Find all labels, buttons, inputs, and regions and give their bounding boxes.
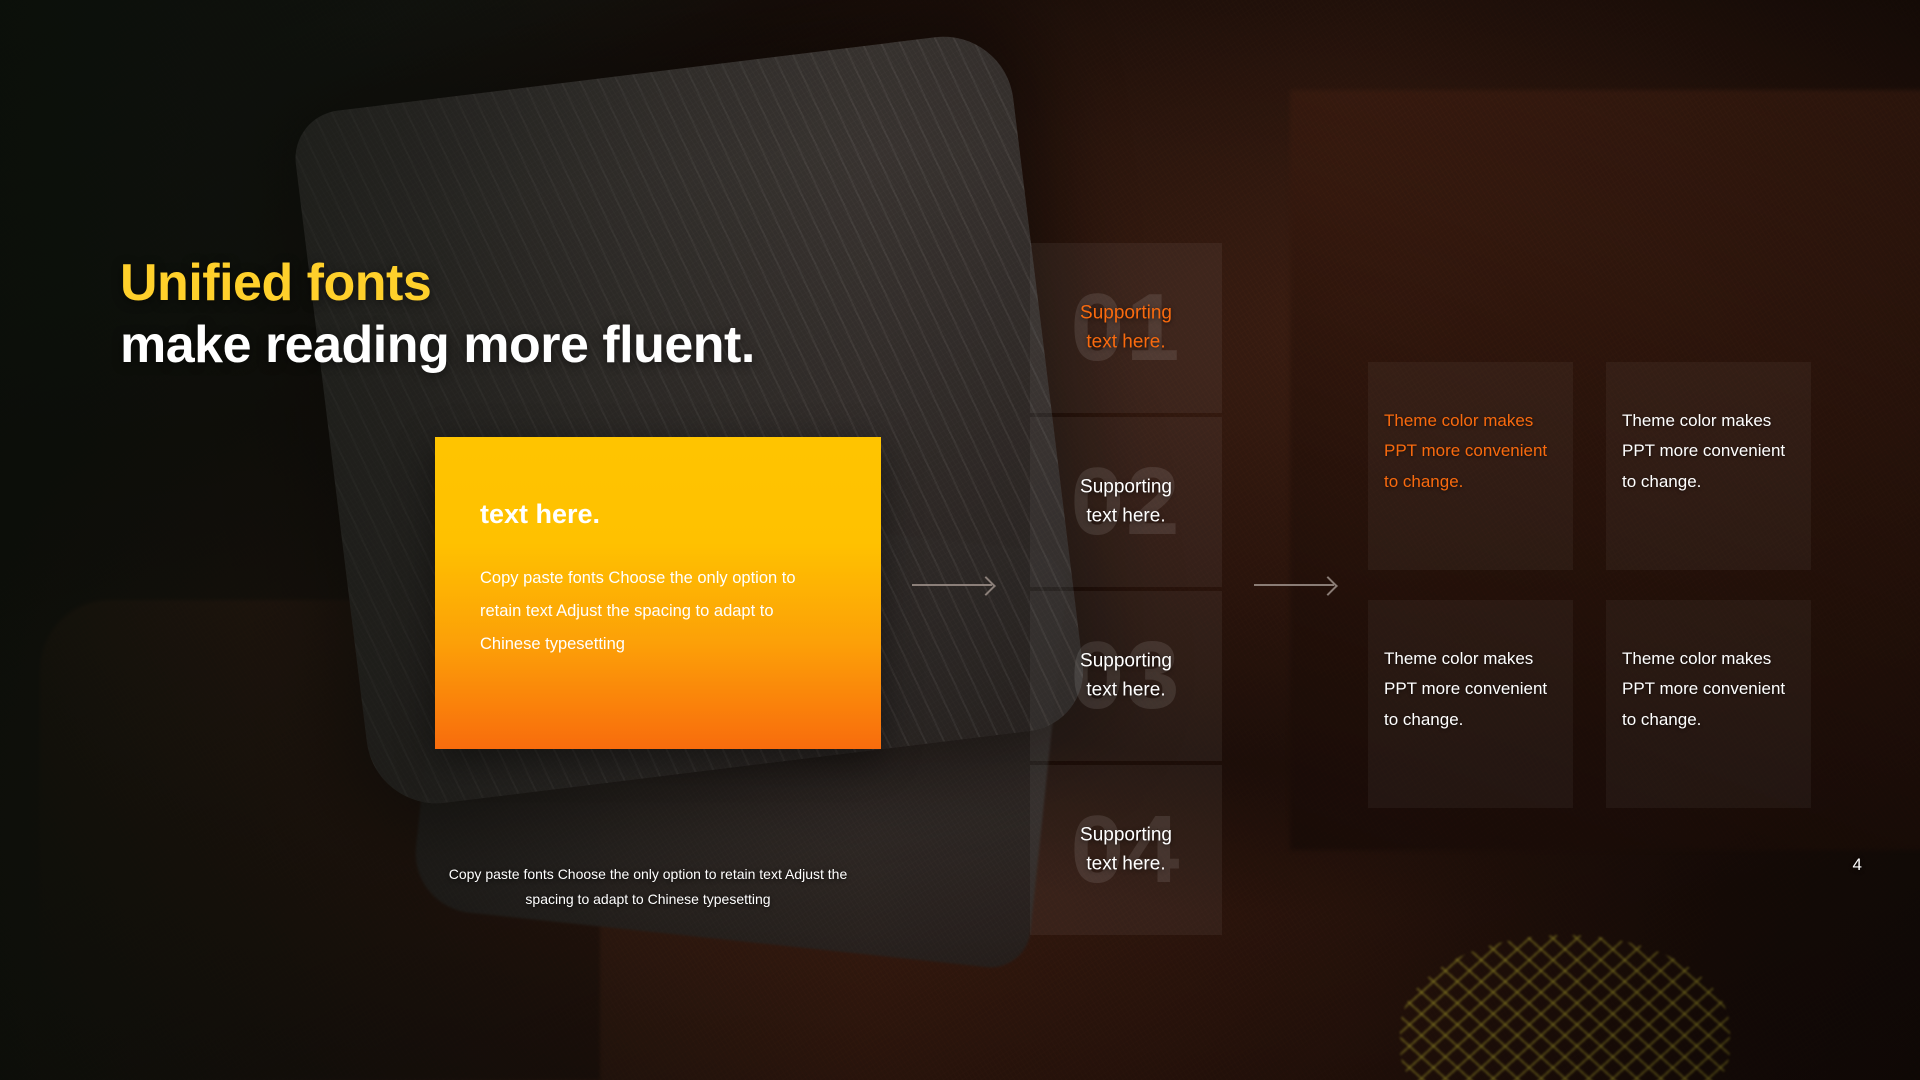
feature-card-title: text here. (480, 499, 601, 529)
caption-text: Copy paste fonts Choose the only option … (448, 866, 848, 907)
feature-card[interactable]: text here. Copy paste fonts Choose the o… (435, 437, 881, 749)
theme-box-3[interactable]: Theme color makes PPT more convenient to… (1368, 600, 1573, 808)
step-label-2: Supporting text here. (1080, 476, 1172, 527)
theme-box-text-4: Theme color makes PPT more convenient to… (1622, 649, 1786, 729)
theme-box-4[interactable]: Theme color makes PPT more convenient to… (1606, 600, 1811, 808)
step-item-4[interactable]: 04 Supporting text here. (1030, 765, 1222, 935)
arrow-right-icon-2 (1254, 584, 1334, 586)
theme-box-text-2: Theme color makes PPT more convenient to… (1622, 411, 1786, 491)
title-line-primary: Unified fonts (120, 254, 432, 312)
step-label-3: Supporting text here. (1080, 650, 1172, 701)
theme-color-grid: Theme color makes PPT more convenient to… (1368, 362, 1820, 808)
presentation-slide: Unified fonts make reading more fluent. … (0, 0, 1920, 1080)
step-item-1[interactable]: 01 Supporting text here. (1030, 243, 1222, 413)
feature-card-body: Copy paste fonts Choose the only option … (480, 569, 796, 653)
page-title: Unified fonts make reading more fluent. (120, 252, 755, 377)
theme-box-text-3: Theme color makes PPT more convenient to… (1384, 649, 1548, 729)
steps-column: 01 Supporting text here. 02 Supporting tex… (1030, 243, 1222, 939)
step-item-2[interactable]: 02 Supporting text here. (1030, 417, 1222, 587)
title-line-secondary: make reading more fluent. (120, 316, 755, 375)
theme-box-1[interactable]: Theme color makes PPT more convenient to… (1368, 362, 1573, 570)
arrow-right-icon-1 (912, 584, 992, 586)
page-number: 4 (1852, 855, 1862, 874)
step-label-4: Supporting text here. (1080, 824, 1172, 875)
slide-content: Unified fonts make reading more fluent. … (0, 0, 1920, 1080)
step-item-3[interactable]: 03 Supporting text here. (1030, 591, 1222, 761)
step-label-1: Supporting text here. (1080, 302, 1172, 353)
theme-box-text-1: Theme color makes PPT more convenient to… (1384, 411, 1548, 491)
theme-box-2[interactable]: Theme color makes PPT more convenient to… (1606, 362, 1811, 570)
